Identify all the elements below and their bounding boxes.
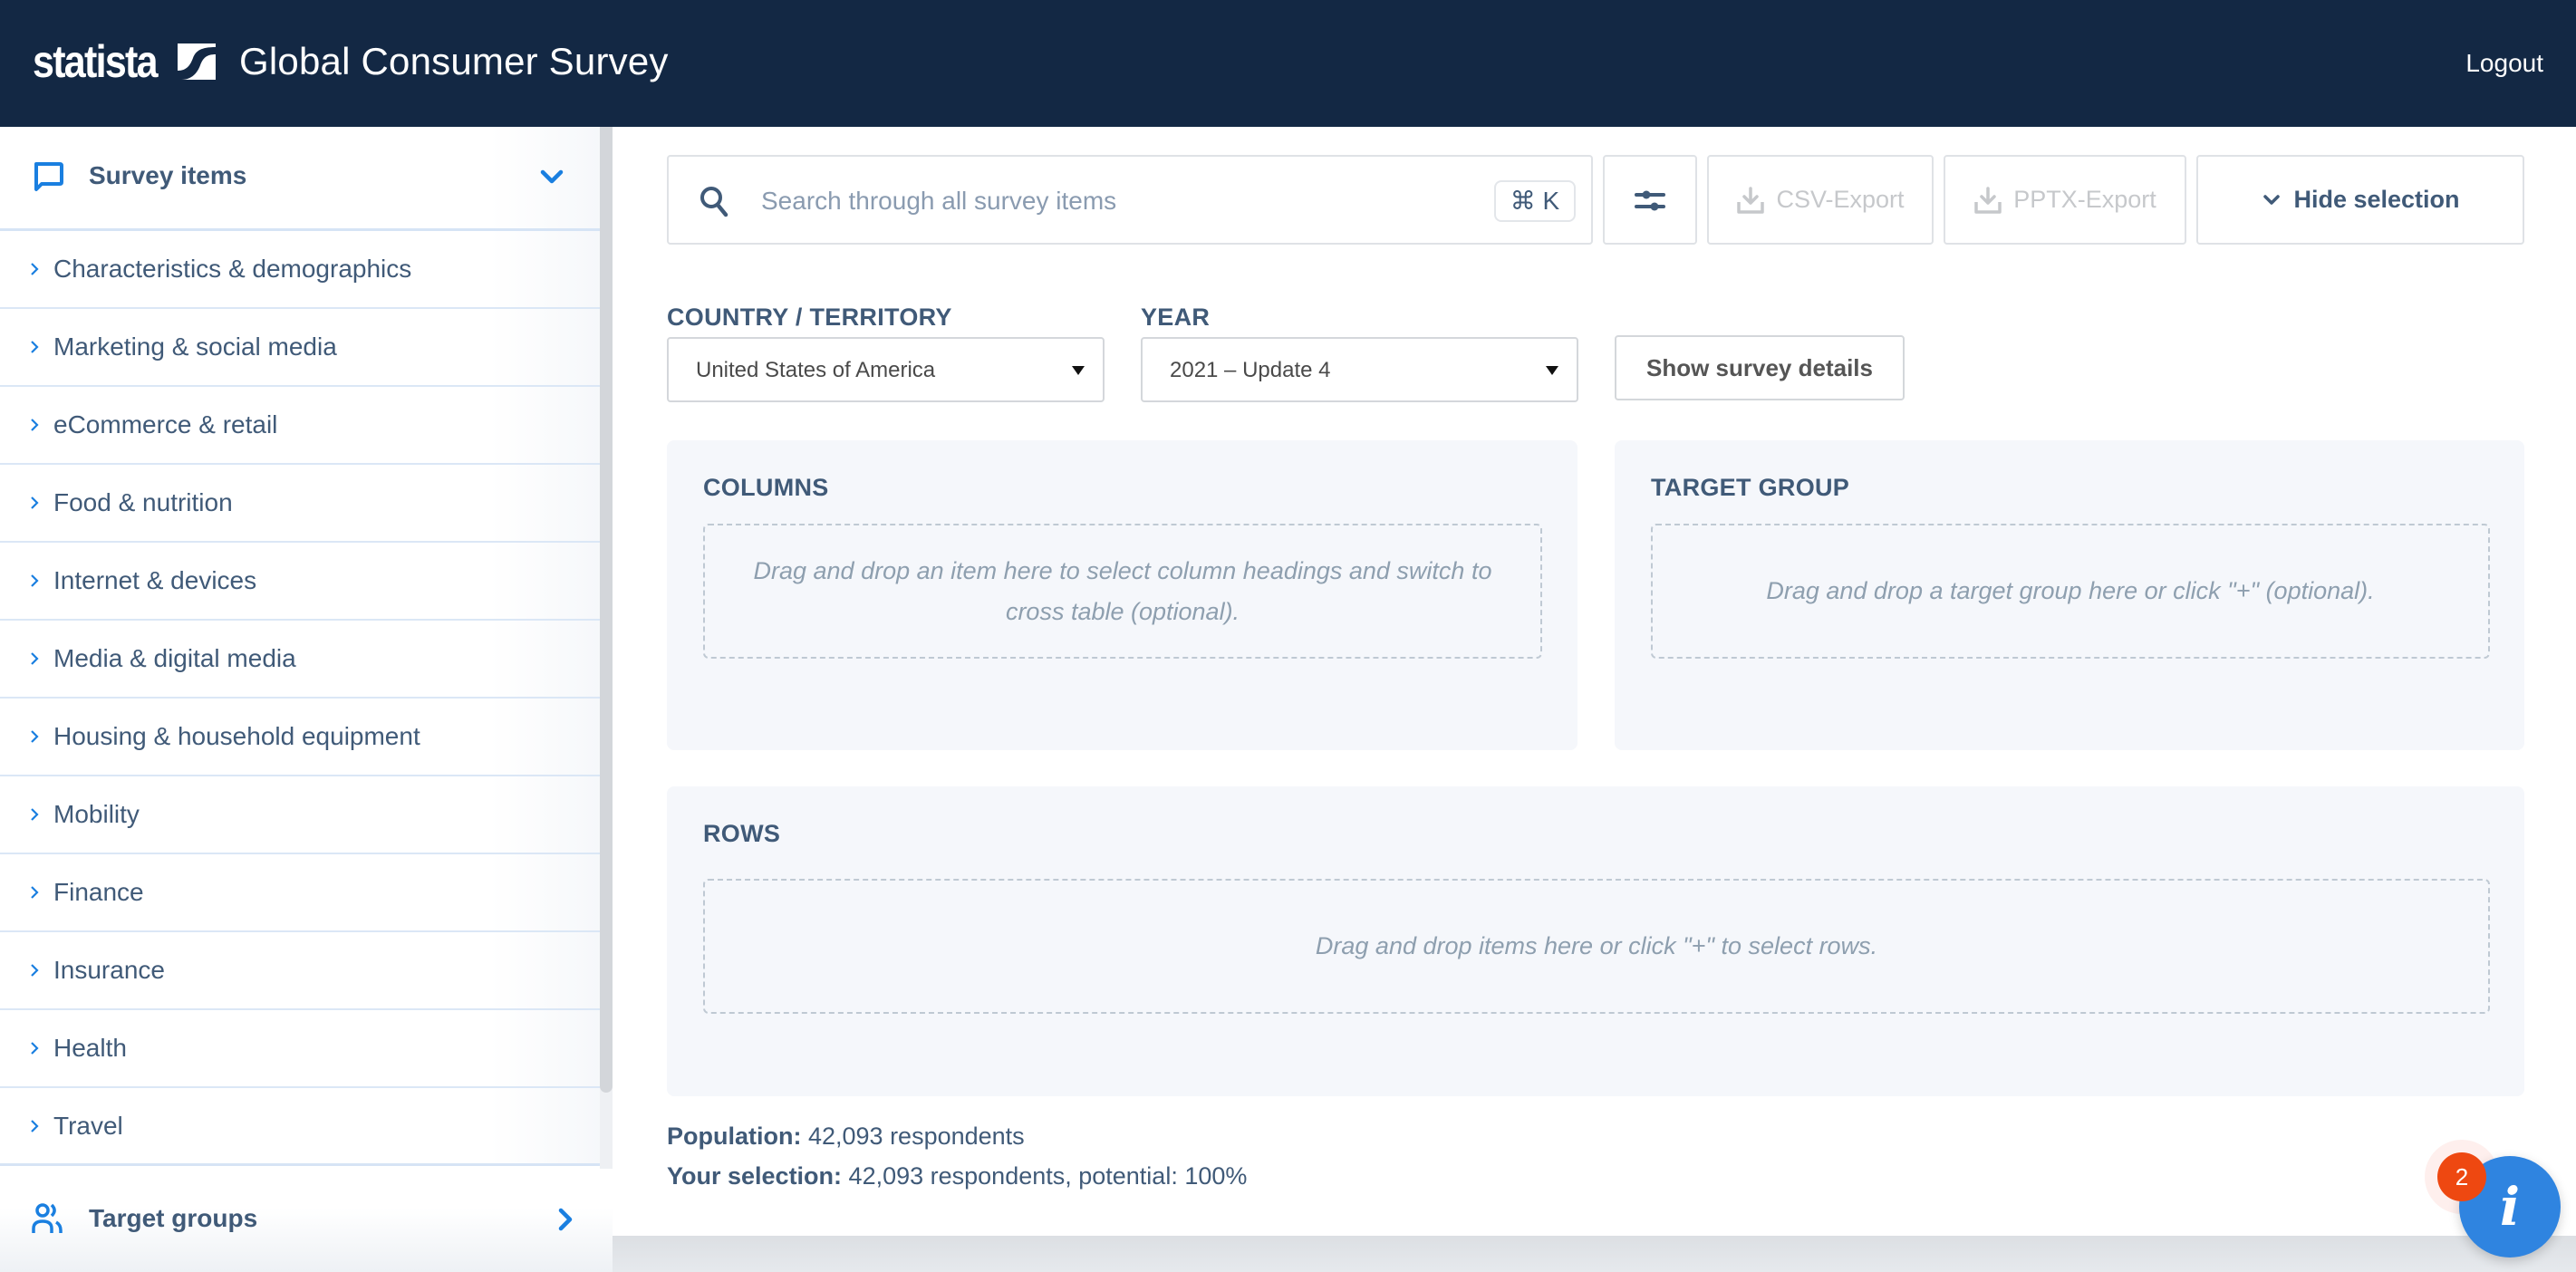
- survey-category-list: Characteristics & demographics Marketing…: [0, 231, 600, 1166]
- population-label: Population:: [667, 1123, 802, 1150]
- sidebar-item-label: Characteristics & demographics: [53, 255, 412, 283]
- statista-logo[interactable]: statista: [33, 36, 216, 87]
- sidebar-item-label: Travel: [53, 1112, 123, 1140]
- page-bottom-edge: [613, 1236, 2576, 1272]
- sidebar-item-ecommerce-retail[interactable]: eCommerce & retail: [0, 387, 600, 465]
- logout-button[interactable]: Logout: [2465, 45, 2543, 82]
- chevron-right-icon: [31, 263, 39, 275]
- sidebar-item-label: Internet & devices: [53, 566, 257, 594]
- logo-wordmark: statista: [33, 36, 159, 87]
- search-icon: [700, 187, 728, 217]
- chevron-right-icon[interactable]: [555, 1206, 576, 1233]
- population-line: Population: 42,093 respondents: [667, 1116, 1247, 1156]
- sidebar-item-mobility[interactable]: Mobility: [0, 776, 600, 854]
- download-icon: [1737, 186, 1765, 214]
- columns-panel: COLUMNS Drag and drop an item here to se…: [667, 440, 1577, 750]
- year-select[interactable]: 2021 – Update 4: [1141, 337, 1578, 402]
- target-group-panel: TARGET GROUP Drag and drop a target grou…: [1615, 440, 2524, 750]
- survey-items-title: Survey items: [89, 161, 247, 189]
- pptx-export-button[interactable]: PPTX-Export: [1944, 155, 2186, 245]
- sidebar-item-food-nutrition[interactable]: Food & nutrition: [0, 465, 600, 543]
- notification-count-badge: 2: [2437, 1152, 2486, 1201]
- rows-title: ROWS: [703, 820, 781, 847]
- info-icon: i: [2499, 1176, 2521, 1238]
- survey-items-header[interactable]: Survey items: [0, 127, 600, 231]
- pptx-export-label: PPTX-Export: [2013, 186, 2156, 213]
- chevron-down-icon: [2263, 194, 2281, 205]
- selection-line: Your selection: 42,093 respondents, pote…: [667, 1156, 1247, 1196]
- sidebar-item-finance[interactable]: Finance: [0, 854, 600, 932]
- sidebar-item-internet-devices[interactable]: Internet & devices: [0, 543, 600, 621]
- country-select[interactable]: United States of America: [667, 337, 1105, 402]
- target-group-drop-zone[interactable]: Drag and drop a target group here or cli…: [1651, 524, 2490, 659]
- chevron-right-icon: [31, 730, 39, 743]
- sidebar-item-label: Food & nutrition: [53, 488, 233, 516]
- chevron-right-icon: [31, 419, 39, 431]
- download-icon: [1974, 186, 2002, 214]
- sidebar-item-label: Health: [53, 1034, 127, 1062]
- app-title: Global Consumer Survey: [239, 40, 669, 82]
- chevron-right-icon: [31, 496, 39, 509]
- chevron-down-icon[interactable]: [538, 163, 565, 190]
- chevron-right-icon: [31, 1042, 39, 1055]
- sidebar: Survey items Characteristics & demograph…: [0, 127, 613, 1272]
- sidebar-item-label: eCommerce & retail: [53, 410, 278, 438]
- sidebar-item-label: Marketing & social media: [53, 332, 337, 361]
- statista-logo-icon: [178, 43, 216, 80]
- dropdown-caret-icon: [1546, 366, 1558, 375]
- selection-label: Your selection:: [667, 1162, 843, 1190]
- sidebar-item-travel[interactable]: Travel: [0, 1088, 600, 1166]
- chevron-right-icon: [31, 574, 39, 587]
- sidebar-item-housing-household-equipment[interactable]: Housing & household equipment: [0, 699, 600, 776]
- show-survey-details-button[interactable]: Show survey details: [1615, 335, 1905, 400]
- csv-export-label: CSV-Export: [1776, 186, 1905, 213]
- sidebar-item-label: Finance: [53, 878, 144, 906]
- chevron-right-icon: [31, 964, 39, 977]
- dropdown-caret-icon: [1072, 366, 1085, 375]
- keyboard-shortcut-hint: ⌘ K: [1494, 180, 1576, 222]
- sidebar-item-label: Media & digital media: [53, 644, 296, 672]
- filter-settings-button[interactable]: [1603, 155, 1697, 245]
- respondent-stats: Population: 42,093 respondents Your sele…: [667, 1116, 1247, 1196]
- chevron-right-icon: [31, 341, 39, 353]
- columns-drop-zone[interactable]: Drag and drop an item here to select col…: [703, 524, 1542, 659]
- target-group-title: TARGET GROUP: [1651, 474, 1850, 501]
- sidebar-item-label: Housing & household equipment: [53, 722, 420, 750]
- country-label: COUNTRY / TERRITORY: [667, 304, 952, 331]
- sliders-icon: [1635, 190, 1665, 210]
- rows-drop-zone[interactable]: Drag and drop items here or click "+" to…: [703, 879, 2490, 1014]
- target-groups-title: Target groups: [89, 1204, 258, 1232]
- chat-bubble-icon: [34, 162, 63, 191]
- chevron-right-icon: [31, 652, 39, 665]
- search-input[interactable]: [761, 177, 1450, 226]
- sidebar-item-label: Mobility: [53, 800, 140, 828]
- chevron-right-icon: [31, 1120, 39, 1132]
- population-value: 42,093 respondents: [801, 1123, 1025, 1150]
- csv-export-button[interactable]: CSV-Export: [1707, 155, 1934, 245]
- hide-selection-label: Hide selection: [2293, 186, 2460, 213]
- country-selected-value: United States of America: [696, 358, 936, 382]
- chevron-right-icon: [31, 886, 39, 899]
- hide-selection-button[interactable]: Hide selection: [2196, 155, 2524, 245]
- selection-value: 42,093 respondents, potential: 100%: [842, 1162, 1248, 1190]
- sidebar-item-marketing-social-media[interactable]: Marketing & social media: [0, 309, 600, 387]
- users-icon: [32, 1203, 63, 1233]
- columns-title: COLUMNS: [703, 474, 829, 501]
- sidebar-item-label: Insurance: [53, 956, 165, 984]
- sidebar-item-health[interactable]: Health: [0, 1010, 600, 1088]
- year-label: YEAR: [1141, 304, 1211, 331]
- rows-panel: ROWS Drag and drop items here or click "…: [667, 786, 2524, 1096]
- sidebar-item-media-digital-media[interactable]: Media & digital media: [0, 621, 600, 699]
- sidebar-scrollbar-thumb[interactable]: [600, 127, 613, 1093]
- search-box[interactable]: ⌘ K: [667, 155, 1593, 245]
- sidebar-item-insurance[interactable]: Insurance: [0, 932, 600, 1010]
- year-selected-value: 2021 – Update 4: [1170, 358, 1331, 382]
- chevron-right-icon: [31, 808, 39, 821]
- top-navigation-bar: statista Global Consumer Survey Logout: [0, 0, 2576, 127]
- target-groups-section[interactable]: Target groups: [0, 1163, 613, 1272]
- sidebar-item-characteristics-demographics[interactable]: Characteristics & demographics: [0, 231, 600, 309]
